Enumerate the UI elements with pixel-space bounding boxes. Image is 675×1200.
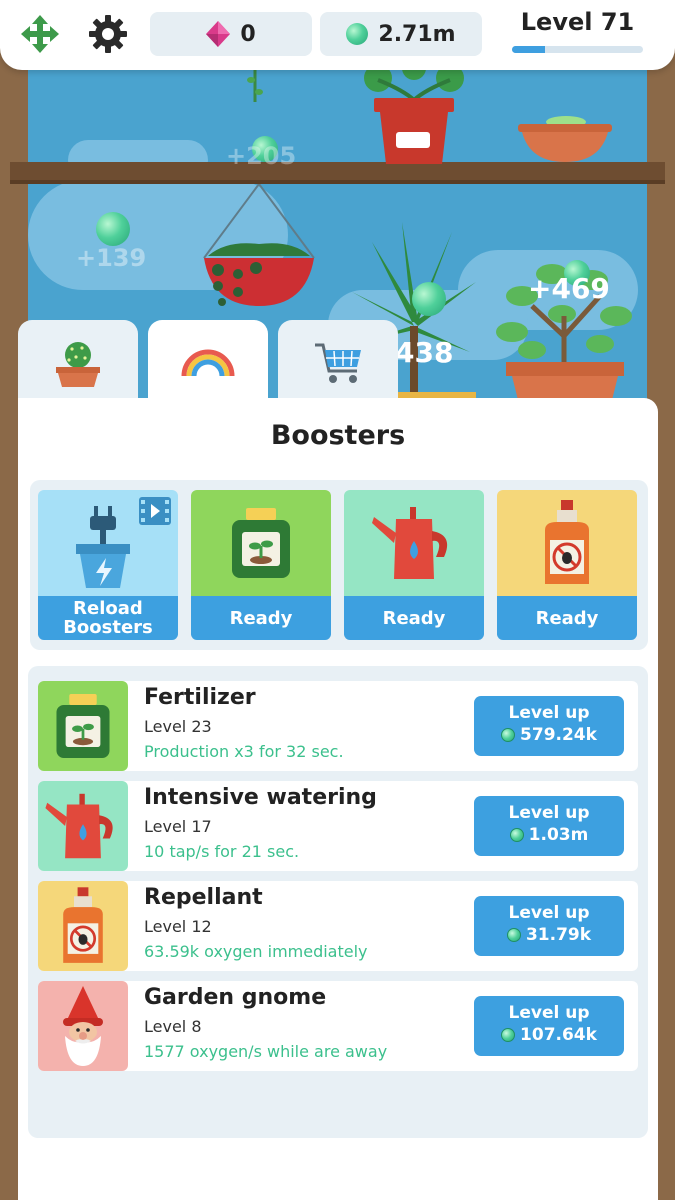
bowl-pot-icon xyxy=(518,116,612,162)
upgrade-row-garden-gnome: Garden gnome Level 8 1577 oxygen/s while… xyxy=(38,981,638,1071)
watering-can-icon xyxy=(372,507,448,579)
quick-booster-status: Ready xyxy=(191,596,331,640)
oxygen-value: 2.71m xyxy=(378,21,456,47)
gear-icon[interactable] xyxy=(86,12,130,56)
upgrade-row-fertilizer: Fertilizer Level 23 Production x3 for 32… xyxy=(38,681,638,771)
shopping-cart-icon xyxy=(315,343,361,383)
move-arrows-icon[interactable] xyxy=(18,12,62,56)
oxygen-orb-icon xyxy=(509,828,524,842)
oxygen-orb-icon xyxy=(506,928,521,942)
booster-upgrade-list: Fertilizer Level 23 Production x3 for 32… xyxy=(28,666,648,1138)
tab-plants[interactable] xyxy=(18,320,138,405)
floating-gain-text: +205 xyxy=(226,142,297,170)
vine-icon xyxy=(247,68,263,102)
gem-icon xyxy=(206,21,231,47)
quick-booster-status: Ready xyxy=(344,596,484,640)
repellant-icon xyxy=(63,887,103,963)
upgrade-level: Level 17 xyxy=(144,817,212,836)
level-label: Level 71 xyxy=(520,8,635,36)
upgrade-name: Fertilizer xyxy=(144,685,256,710)
oxygen-orb-icon xyxy=(501,1028,516,1042)
repellant-icon xyxy=(545,500,589,584)
reload-boosters-label: Reload Boosters xyxy=(38,596,178,640)
level-up-cost: 1.03m xyxy=(528,825,589,845)
gems-value: 0 xyxy=(240,21,256,47)
reload-boosters-card[interactable]: Reload Boosters xyxy=(38,490,178,640)
quick-boosters-row: Reload Boosters Ready Ready Ready xyxy=(30,480,648,650)
watering-can-icon xyxy=(45,793,113,859)
upgrade-icon-box xyxy=(38,981,128,1071)
rainbow-icon xyxy=(181,349,235,376)
level-up-button[interactable]: Level up 1.03m xyxy=(474,796,624,856)
level-up-button[interactable]: Level up 107.64k xyxy=(474,996,624,1056)
cactus-icon xyxy=(56,341,100,387)
level-up-label: Level up xyxy=(508,903,590,923)
upgrade-icon-box xyxy=(38,681,128,771)
quick-booster-image xyxy=(38,490,178,596)
fertilizer-quick-card[interactable]: Ready xyxy=(191,490,331,640)
upgrade-icon-box xyxy=(38,881,128,971)
tab-boosters[interactable] xyxy=(148,320,268,405)
gnome-icon xyxy=(63,986,103,1066)
tab-shop[interactable] xyxy=(278,320,398,405)
quick-booster-image xyxy=(344,490,484,596)
upgrade-row-repellant: Repellant Level 12 63.59k oxygen immedia… xyxy=(38,881,638,971)
floating-gain-text: 438 xyxy=(395,336,454,369)
level-up-cost: 579.24k xyxy=(520,725,597,745)
upgrade-level: Level 12 xyxy=(144,917,212,936)
panel-title: Boosters xyxy=(270,420,406,451)
watering-quick-card[interactable]: Ready xyxy=(344,490,484,640)
oxygen-orb-icon[interactable] xyxy=(96,212,130,246)
level-up-cost: 31.79k xyxy=(525,925,592,945)
level-progress-bar xyxy=(512,46,643,53)
upgrade-row-intensive-watering: Intensive watering Level 17 10 tap/s for… xyxy=(38,781,638,871)
fertilizer-icon xyxy=(56,694,110,758)
fertilizer-icon xyxy=(232,508,290,578)
level-up-label: Level up xyxy=(508,803,590,823)
quick-booster-image xyxy=(497,490,637,596)
level-up-label: Level up xyxy=(508,703,590,723)
floating-gain-text: +139 xyxy=(76,244,147,272)
upgrade-level: Level 8 xyxy=(144,1017,202,1036)
gems-counter[interactable]: 0 xyxy=(150,12,312,56)
upgrade-name: Garden gnome xyxy=(144,985,327,1010)
red-pot-plant-icon xyxy=(364,60,464,164)
level-up-cost: 107.64k xyxy=(520,1025,597,1045)
oxygen-orb-icon xyxy=(346,23,369,45)
level-progress-fill xyxy=(512,46,545,53)
level-up-button[interactable]: Level up 579.24k xyxy=(474,696,624,756)
boosters-panel: Boosters Reload Boosters Ready Ready Rea… xyxy=(18,398,658,1200)
level-up-button[interactable]: Level up 31.79k xyxy=(474,896,624,956)
upgrade-description: 10 tap/s for 21 sec. xyxy=(144,842,300,861)
level-up-label: Level up xyxy=(508,1003,590,1023)
oxygen-counter[interactable]: 2.71m xyxy=(320,12,482,56)
upgrade-description: 1577 oxygen/s while are away xyxy=(144,1042,388,1061)
upgrade-name: Intensive watering xyxy=(144,785,377,810)
quick-booster-status: Ready xyxy=(497,596,637,640)
oxygen-orb-icon xyxy=(501,728,516,742)
upgrade-level: Level 23 xyxy=(144,717,212,736)
video-icon xyxy=(139,497,171,525)
upgrade-description: Production x3 for 32 sec. xyxy=(144,742,344,761)
quick-booster-image xyxy=(191,490,331,596)
repellant-quick-card[interactable]: Ready xyxy=(497,490,637,640)
upgrade-name: Repellant xyxy=(144,885,263,910)
wooden-shelf xyxy=(10,162,665,184)
oxygen-orb-icon[interactable] xyxy=(412,282,446,316)
level-indicator[interactable]: Level 71 xyxy=(510,8,645,60)
floating-gain-text: +469 xyxy=(528,272,610,305)
hanging-basket-icon xyxy=(203,184,315,306)
upgrade-icon-box xyxy=(38,781,128,871)
upgrade-description: 63.59k oxygen immediately xyxy=(144,942,368,961)
top-bar: 0 2.71m Level 71 xyxy=(0,0,675,70)
